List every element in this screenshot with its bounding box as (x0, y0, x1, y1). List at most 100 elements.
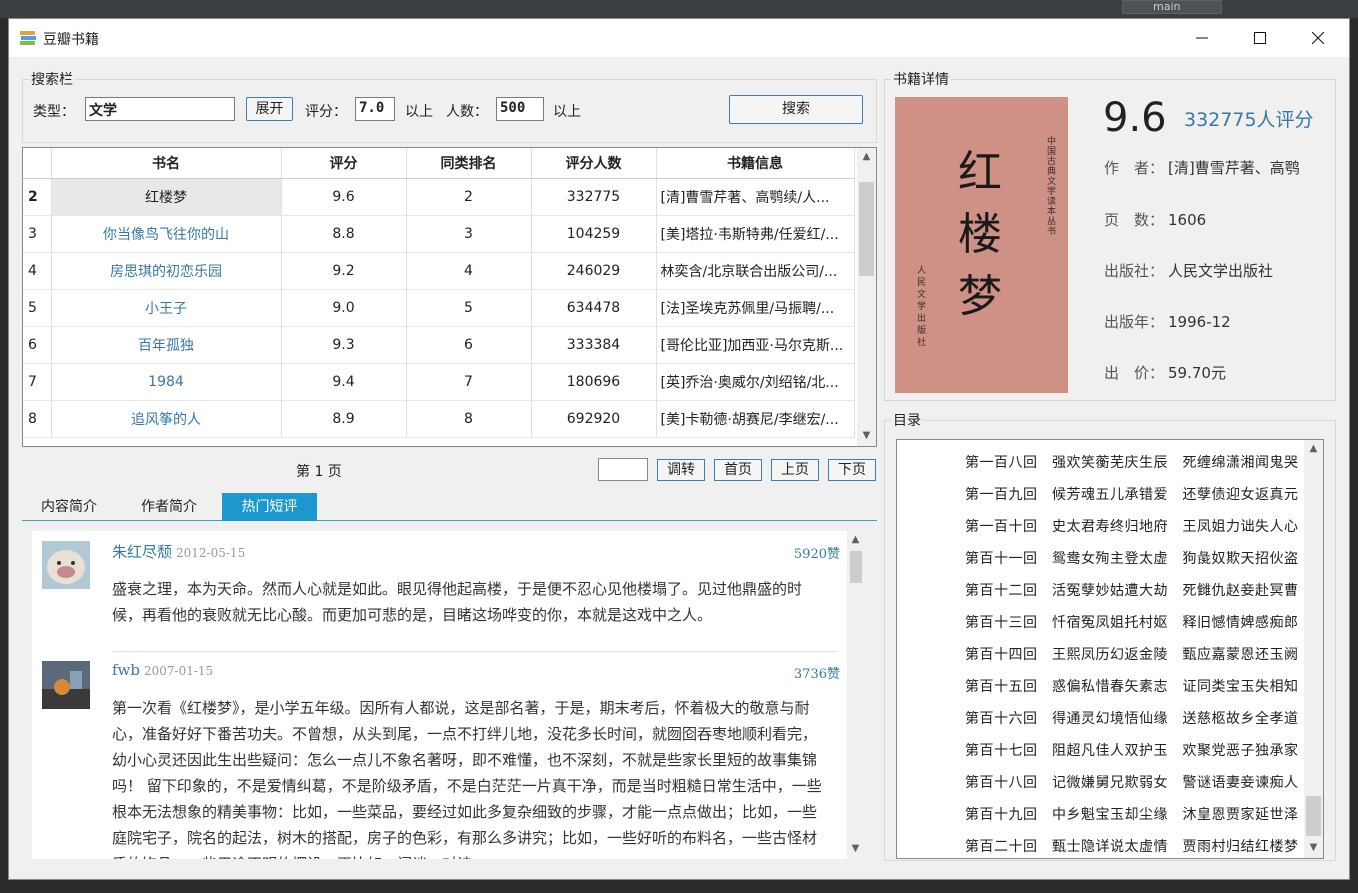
rank-cell[interactable]: 3 (406, 215, 532, 253)
column-header-count[interactable]: 评分人数 (531, 148, 657, 179)
toc-item[interactable]: 第百十八回 记微嫌舅兄欺弱女 警谜语妻妾谏痴人 (965, 772, 1299, 792)
rank-cell[interactable]: 8 (406, 400, 532, 438)
ide-branch-selector[interactable]: main (1122, 0, 1222, 14)
toc-item[interactable]: 第百十七回 阻超凡佳人双护玉 欢聚党恶子独承家 (965, 740, 1299, 760)
scroll-up-icon[interactable]: ▲ (858, 151, 875, 162)
table-row[interactable]: 2 红楼梦 9.6 2 332775 [清]曹雪芹著、高鹗续/人... (23, 178, 855, 216)
comments-scroll-thumb[interactable] (850, 551, 862, 583)
table-row[interactable]: 7 1984 9.4 7 180696 [英]乔治·奥威尔/刘绍铭/北... (23, 363, 855, 401)
tab-hot-comments[interactable]: 热门短评 (222, 493, 317, 521)
column-header-name[interactable]: 书名 (51, 148, 282, 179)
expand-button[interactable]: 展开 (246, 97, 293, 121)
table-row[interactable]: 3 你当像鸟飞往你的山 8.8 3 104259 [美]塔拉·韦斯特弗/任爱红/… (23, 215, 855, 253)
score-cell[interactable]: 9.4 (281, 363, 407, 401)
book-name-cell[interactable]: 1984 (51, 363, 282, 401)
score-cell[interactable]: 9.6 (281, 178, 407, 216)
scroll-up-icon[interactable]: ▲ (847, 534, 864, 545)
table-row[interactable]: 4 房思琪的初恋乐园 9.2 4 246029 林奕含/北京联合出版公司/... (23, 252, 855, 290)
rank-cell[interactable]: 5 (406, 289, 532, 327)
page-jump-input[interactable] (598, 458, 648, 481)
info-cell[interactable]: [美]卡勒德·胡赛尼/李继宏/... (656, 400, 855, 438)
comment-username-text[interactable]: 朱红尽颓 (112, 543, 172, 561)
book-name-cell[interactable]: 你当像鸟飞往你的山 (51, 215, 282, 253)
info-cell[interactable]: [英]乔治·奥威尔/刘绍铭/北... (656, 363, 855, 401)
info-cell[interactable]: [清]曹雪芹著、高鹗续/人... (656, 178, 855, 216)
comment-username[interactable]: fwb 2007-01-15 (112, 661, 213, 679)
toc-item[interactable]: 第百十一回 鸳鸯女殉主登太虚 狗彘奴欺天招伙盗 (965, 548, 1299, 568)
book-name-cell[interactable]: 追风筝的人 (51, 400, 282, 438)
tab-content-intro[interactable]: 内容简介 (30, 493, 108, 521)
book-name-cell[interactable]: 百年孤独 (51, 326, 282, 364)
table-scrollbar[interactable]: ▲ ▼ (857, 148, 876, 446)
comment-username-text[interactable]: fwb (112, 661, 140, 679)
detail-year-value: 1996-12 (1168, 313, 1231, 331)
toc-item[interactable]: 第百十四回 王熙凤历幻返金陵 甄应嘉蒙恩还玉阙 (965, 644, 1299, 664)
row-number: 7 (23, 363, 52, 401)
toc-scrollbar[interactable]: ▲ ▼ (1304, 440, 1323, 858)
maximize-button[interactable] (1231, 19, 1289, 57)
row-number-header (23, 148, 52, 179)
close-button[interactable] (1289, 19, 1347, 57)
count-cell[interactable]: 634478 (531, 289, 657, 327)
count-cell[interactable]: 104259 (531, 215, 657, 253)
jump-button[interactable]: 调转 (657, 459, 705, 481)
count-cell[interactable]: 692920 (531, 400, 657, 438)
column-header-info[interactable]: 书籍信息 (656, 148, 855, 179)
detail-raters[interactable]: 332775人评分 (1184, 105, 1314, 132)
toc-list[interactable]: 第一百八回 强欢笑蘅芜庆生辰 死缠绵潇湘闻鬼哭 第一百九回 候芳魂五儿承错爱 还… (896, 439, 1324, 859)
prev-page-button[interactable]: 上页 (771, 459, 819, 481)
book-name-cell[interactable]: 小王子 (51, 289, 282, 327)
toc-item[interactable]: 第百十六回 得通灵幻境悟仙缘 送慈柩故乡全孝道 (965, 708, 1299, 728)
toc-item[interactable]: 第百十二回 活冤孽妙姑遭大劫 死雠仇赵妾赴冥曹 (965, 580, 1299, 600)
book-name-cell[interactable]: 红楼梦 (51, 178, 282, 216)
info-cell[interactable]: [哥伦比亚]加西亚·马尔克斯... (656, 326, 855, 364)
book-table[interactable]: 书名 评分 同类排名 评分人数 书籍信息 2 红楼梦 9.6 2 332775 … (22, 147, 877, 447)
count-cell[interactable]: 180696 (531, 363, 657, 401)
count-input[interactable]: 500 (496, 97, 544, 121)
score-cell[interactable]: 8.8 (281, 215, 407, 253)
rank-cell[interactable]: 6 (406, 326, 532, 364)
info-cell[interactable]: [法]圣埃克苏佩里/马振聘/... (656, 289, 855, 327)
scroll-up-icon[interactable]: ▲ (1305, 443, 1322, 454)
scroll-down-icon[interactable]: ▼ (1305, 842, 1322, 853)
book-name-cell[interactable]: 房思琪的初恋乐园 (51, 252, 282, 290)
scroll-down-icon[interactable]: ▼ (847, 843, 864, 854)
toc-item[interactable]: 第百十三回 忏宿冤凤姐托村妪 释旧憾情婢感痴郎 (965, 612, 1299, 632)
toc-scroll-thumb[interactable] (1306, 796, 1321, 836)
toc-item[interactable]: 第百十九回 中乡魁宝玉却尘缘 沐皇恩贾家延世泽 (965, 804, 1299, 824)
toc-item[interactable]: 第百十五回 惑偏私惜春矢素志 证同类宝玉失相知 (965, 676, 1299, 696)
column-header-score[interactable]: 评分 (281, 148, 407, 179)
tab-author-intro[interactable]: 作者简介 (130, 493, 208, 521)
search-button[interactable]: 搜索 (729, 95, 863, 124)
first-page-button[interactable]: 首页 (714, 459, 762, 481)
next-page-button[interactable]: 下页 (828, 459, 876, 481)
table-scroll-thumb[interactable] (859, 182, 874, 276)
info-cell[interactable]: [美]塔拉·韦斯特弗/任爱红/... (656, 215, 855, 253)
column-header-rank[interactable]: 同类排名 (406, 148, 532, 179)
detail-price-label: 出 价： (1104, 364, 1165, 382)
toc-item[interactable]: 第百二十回 甄士隐详说太虚情 贾雨村归结红楼梦 (965, 836, 1299, 856)
type-input[interactable]: 文学 (85, 97, 235, 121)
toc-item[interactable]: 第一百九回 候芳魂五儿承错爱 还孽债迎女返真元 (965, 484, 1299, 504)
table-row[interactable]: 8 追风筝的人 8.9 8 692920 [美]卡勒德·胡赛尼/李继宏/... (23, 400, 855, 438)
toc-item[interactable]: 第一百八回 强欢笑蘅芜庆生辰 死缠绵潇湘闻鬼哭 (965, 452, 1299, 472)
score-cell[interactable]: 8.9 (281, 400, 407, 438)
comment-username[interactable]: 朱红尽颓 2012-05-15 (112, 541, 245, 562)
table-row[interactable]: 6 百年孤独 9.3 6 333384 [哥伦比亚]加西亚·马尔克斯... (23, 326, 855, 364)
rank-cell[interactable]: 2 (406, 178, 532, 216)
rank-cell[interactable]: 4 (406, 252, 532, 290)
minimize-button[interactable] (1173, 19, 1231, 57)
score-cell[interactable]: 9.3 (281, 326, 407, 364)
comments-scrollbar[interactable]: ▲ ▼ (847, 531, 865, 859)
rating-input[interactable]: 7.0 (355, 97, 395, 121)
table-row[interactable]: 5 小王子 9.0 5 634478 [法]圣埃克苏佩里/马振聘/... (23, 289, 855, 327)
rank-cell[interactable]: 7 (406, 363, 532, 401)
score-cell[interactable]: 9.0 (281, 289, 407, 327)
info-cell[interactable]: 林奕含/北京联合出版公司/... (656, 252, 855, 290)
count-cell[interactable]: 246029 (531, 252, 657, 290)
toc-item[interactable]: 第一百十回 史太君寿终归地府 王凤姐力诎失人心 (965, 516, 1299, 536)
count-cell[interactable]: 333384 (531, 326, 657, 364)
scroll-down-icon[interactable]: ▼ (858, 430, 875, 441)
count-cell[interactable]: 332775 (531, 178, 657, 216)
score-cell[interactable]: 9.2 (281, 252, 407, 290)
